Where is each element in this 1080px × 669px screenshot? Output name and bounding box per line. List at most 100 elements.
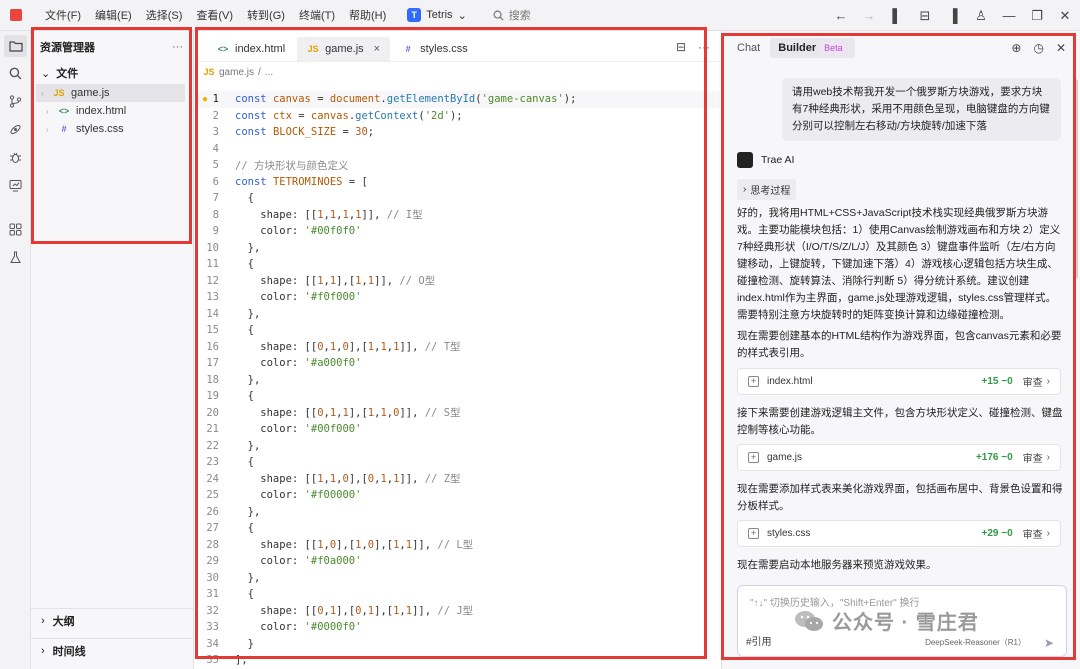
testing-flask-icon[interactable] [7,249,24,266]
search-icon[interactable] [7,65,24,82]
code-line[interactable]: 14 }, [195,306,720,323]
reference-button[interactable]: #引用 [746,633,772,648]
code-line[interactable]: 23 { [195,454,720,471]
new-chat-icon[interactable]: ⊕ [1011,41,1021,55]
split-editor-icon[interactable]: ⊟ [676,40,686,54]
code-line[interactable]: 9 color: '#00f0f0' [195,223,720,240]
close-tab-icon[interactable]: × [374,43,380,55]
code-line[interactable]: 10 }, [195,240,720,257]
code-line[interactable]: 20 shape: [[0, 1, 1],[1, 1, 0]], // S型 [195,405,720,422]
close-icon[interactable]: ✕ [1056,41,1066,55]
menu-view[interactable]: 查看(V) [189,7,240,23]
code-line[interactable]: 18 }, [195,372,720,389]
code-line[interactable]: 17 color: '#a000f0' [195,355,720,372]
toggle-right-panel-icon[interactable]: ▐ [946,8,960,23]
code-editor[interactable]: ● 1 const canvas = document. getElementByI… [195,91,720,669]
code-line[interactable]: 30 }, [195,570,720,587]
outline-label: 大纲 [52,616,75,628]
thinking-label: 思考过程 [750,186,791,197]
code-line[interactable]: 21 color: '#00f000' [195,421,720,438]
review-link[interactable]: 审查 [1023,526,1043,541]
code-line[interactable]: 19 { [195,388,720,405]
forward-icon[interactable]: → [862,8,876,23]
code-line[interactable]: 7 { [195,190,720,207]
tab-chat[interactable]: Chat [737,42,760,54]
code-line[interactable]: 4 [195,141,720,158]
code-line[interactable]: 22 }, [195,438,720,455]
thinking-toggle[interactable]: › 思考过程 [737,179,797,200]
code-line[interactable]: 27 { [195,520,720,537]
history-icon[interactable]: ◷ [1033,41,1043,55]
code-line[interactable]: 13 color: '#f0f000' [195,289,720,306]
close-icon[interactable]: ✕ [1058,8,1072,24]
explorer-icon[interactable] [4,35,27,57]
timeline-section[interactable]: › 时间线 [31,638,194,663]
tab-builder[interactable]: Builder Beta [770,38,855,58]
restore-icon[interactable]: ❐ [1030,8,1044,24]
send-icon[interactable]: ➤ [1044,636,1058,650]
javascript-file-icon: JS [307,44,319,54]
toggle-sidebar-icon[interactable]: ▌ [890,8,904,23]
file-item-index-html[interactable]: › <> index.html [31,102,193,120]
source-control-icon[interactable] [7,93,24,110]
code-line[interactable]: 1 const canvas = document. getElementById(… [195,91,720,108]
code-line[interactable]: 5 // 方块形状与颜色定义 [195,157,720,174]
review-link[interactable]: 审查 [1023,374,1043,389]
menu-edit[interactable]: 编辑(E) [88,7,139,23]
code-line[interactable]: 29 color: '#f0a000' [195,553,720,570]
menu-terminal[interactable]: 终端(T) [292,7,342,23]
account-icon[interactable]: ♙ [974,8,988,24]
code-line[interactable]: 8 shape: [[1, 1, 1, 1]], // I型 [195,207,720,224]
line-number: 25 [206,489,219,502]
debug-icon[interactable] [7,149,24,166]
back-icon[interactable]: ← [834,8,848,23]
menu-selection[interactable]: 选择(S) [139,7,190,23]
folder-row[interactable]: ⌄ 文件 [31,62,193,84]
review-link[interactable]: 审查 [1023,450,1043,465]
project-switcher[interactable]: T Tetris ⌄ [407,8,467,22]
breadcrumb-more[interactable]: ... [265,67,273,78]
code-line[interactable]: 25 color: '#f00000' [195,487,720,504]
tab-index-html[interactable]: <> index.html [207,37,295,61]
preview-icon[interactable] [7,177,24,194]
code-line[interactable]: 35]; [195,652,720,669]
file-item-game-js[interactable]: › JS game.js [36,84,185,102]
code-line[interactable]: 31 { [195,586,720,603]
lightbulb-icon[interactable]: ● [202,94,208,105]
code-token: { [235,588,254,601]
code-line[interactable]: 3 const BLOCK_SIZE = 30; [195,124,720,141]
search-box[interactable]: 搜索 [493,7,531,23]
tab-styles-css[interactable]: # styles.css [392,37,478,61]
code-line[interactable]: 12 shape: [[1, 1],[1, 1]], // O型 [195,273,720,290]
breadcrumb-file[interactable]: game.js [219,67,254,78]
chat-scrollbar[interactable] [1073,79,1078,279]
code-line[interactable]: 16 shape: [[0, 1, 0],[1, 1, 1]], // T型 [195,339,720,356]
menu-file[interactable]: 文件(F) [38,7,88,23]
code-token: const [235,109,273,122]
minimize-icon[interactable]: — [1002,8,1016,23]
menu-help[interactable]: 帮助(H) [342,7,393,23]
code-line[interactable]: 11 { [195,256,720,273]
file-change-card[interactable]: + index.html +15 −0 审查 › [737,368,1061,395]
outline-section[interactable]: › 大纲 [31,608,194,633]
code-line[interactable]: 33 color: '#0000f0' [195,619,720,636]
code-line[interactable]: 15 { [195,322,720,339]
menu-go[interactable]: 转到(G) [240,7,292,23]
code-line[interactable]: 6 const TETROMINOES = [ [195,174,720,191]
file-change-card[interactable]: + styles.css +29 −0 审查 › [737,520,1061,547]
code-line[interactable]: 34 } [195,636,720,653]
code-line[interactable]: 24 shape: [[1, 1, 0],[0, 1, 1]], // Z型 [195,471,720,488]
extensions-remote-icon[interactable] [7,121,24,138]
code-line[interactable]: 26 }, [195,504,720,521]
apps-icon[interactable] [7,221,24,238]
more-actions-icon[interactable]: ··· [172,41,183,53]
code-line[interactable]: 2 const ctx = canvas. getContext('2d'); [195,108,720,125]
file-item-styles-css[interactable]: › # styles.css [31,120,193,138]
more-actions-icon[interactable]: ··· [698,40,710,54]
code-line[interactable]: 28 shape: [[1, 0],[1, 0],[1, 1]], // L型 [195,537,720,554]
code-line[interactable]: 32 shape: [[0, 1],[0, 1],[1, 1]], // J型 [195,603,720,620]
model-selector[interactable]: DeepSeek-Reasoner（R1） [925,637,1026,648]
file-change-card[interactable]: + game.js +176 −0 审查 › [737,444,1061,471]
tab-game-js[interactable]: JS game.js × [297,37,391,61]
toggle-panel-icon[interactable]: ⊟ [918,8,932,24]
